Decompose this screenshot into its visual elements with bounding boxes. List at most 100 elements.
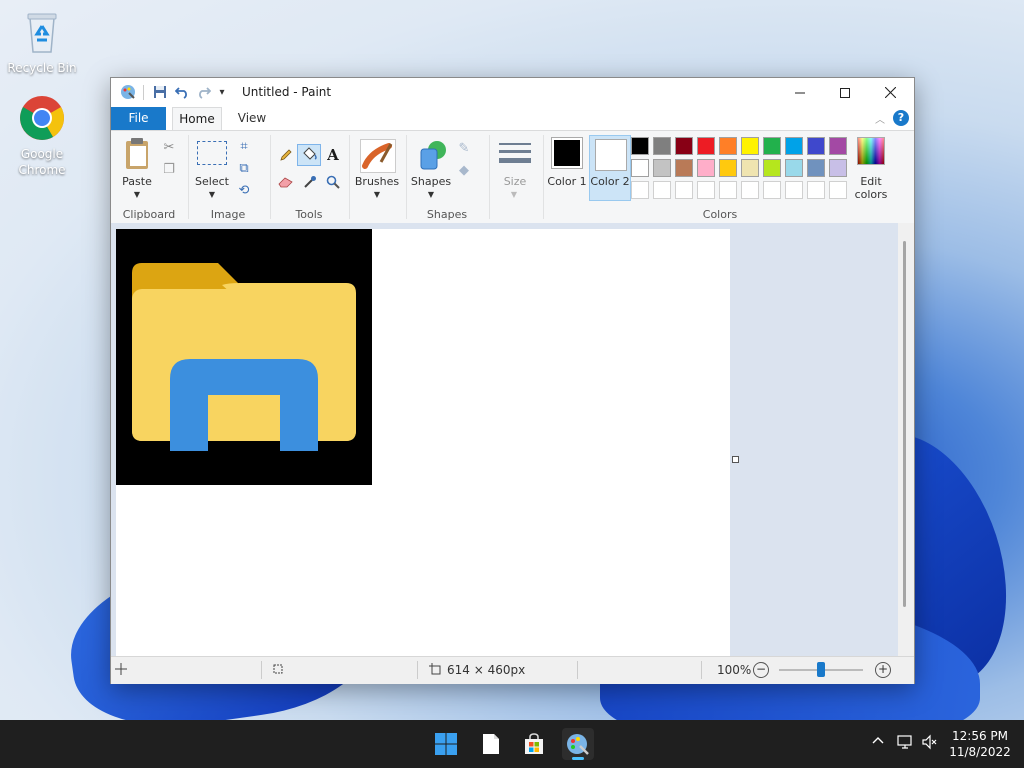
color-swatch[interactable] — [741, 159, 759, 177]
color-swatch[interactable] — [719, 181, 737, 199]
color-swatch[interactable] — [785, 181, 803, 199]
network-icon[interactable] — [897, 734, 913, 754]
color-swatch[interactable] — [675, 159, 693, 177]
minimize-button[interactable] — [777, 78, 823, 107]
edit-colors-button[interactable]: Edit colors — [851, 175, 891, 201]
shapes-icon[interactable] — [415, 139, 449, 171]
volume-muted-icon[interactable] — [922, 734, 938, 754]
brushes-icon[interactable] — [360, 139, 396, 173]
shapes-button[interactable]: Shapes — [409, 175, 453, 188]
color2-button-bg[interactable]: Color 2 — [589, 135, 631, 201]
color-picker-icon[interactable] — [301, 173, 319, 191]
color-swatch[interactable] — [675, 137, 693, 155]
copy-icon[interactable]: ❐ — [160, 160, 178, 178]
taskbar-notepad[interactable] — [475, 728, 507, 760]
color-swatch[interactable] — [763, 159, 781, 177]
canvas-area — [111, 223, 914, 656]
vertical-scrollbar[interactable] — [898, 223, 914, 656]
store-icon — [525, 733, 543, 754]
group-shapes: Shapes — [426, 208, 468, 221]
pencil-icon[interactable] — [277, 146, 295, 164]
color-swatch[interactable] — [763, 181, 781, 199]
select-dropdown-icon[interactable]: ▼ — [206, 188, 218, 201]
edit-colors-icon[interactable] — [857, 137, 885, 165]
color-swatch[interactable] — [807, 159, 825, 177]
color-swatch[interactable] — [653, 159, 671, 177]
canvas-resize-handle[interactable] — [732, 456, 739, 463]
desktop-icon-recycle-bin[interactable]: Recycle Bin — [2, 8, 82, 76]
brushes-button[interactable]: Brushes — [353, 175, 401, 188]
color-swatch[interactable] — [785, 137, 803, 155]
eraser-icon[interactable] — [277, 173, 295, 191]
zoom-out-button[interactable]: − — [753, 662, 769, 678]
customize-qa-icon[interactable]: ▾ — [215, 84, 229, 100]
color-swatch[interactable] — [697, 159, 715, 177]
group-colors: Colors — [702, 208, 738, 221]
size-button[interactable]: Size — [495, 175, 535, 188]
status-divider — [701, 661, 702, 679]
color-swatch[interactable] — [631, 159, 649, 177]
color-swatch[interactable] — [741, 137, 759, 155]
fill-icon[interactable] — [297, 144, 321, 166]
tab-file[interactable]: File — [111, 107, 166, 130]
brushes-dropdown-icon[interactable]: ▼ — [371, 188, 383, 201]
color-swatch[interactable] — [829, 181, 847, 199]
color-swatch[interactable] — [697, 137, 715, 155]
tab-view[interactable]: View — [232, 107, 272, 130]
color-swatch[interactable] — [807, 137, 825, 155]
drawing-canvas[interactable] — [116, 229, 739, 656]
color-swatch[interactable] — [631, 137, 649, 155]
color-swatch[interactable] — [741, 181, 759, 199]
color-swatch[interactable] — [719, 137, 737, 155]
chrome-icon — [18, 94, 66, 142]
color-swatch[interactable] — [807, 181, 825, 199]
title-bar: ▾ Untitled - Paint — [111, 78, 914, 107]
color-swatch[interactable] — [675, 181, 693, 199]
color1-swatch[interactable] — [551, 137, 583, 169]
taskbar-paint[interactable] — [562, 728, 594, 760]
zoom-slider-thumb[interactable] — [817, 662, 825, 677]
save-icon[interactable] — [151, 84, 169, 100]
color-swatch[interactable] — [719, 159, 737, 177]
color1-button[interactable]: Color 1 — [547, 175, 587, 188]
color-swatch[interactable] — [631, 181, 649, 199]
color-swatch[interactable] — [763, 137, 781, 155]
crop-icon[interactable]: ⌗ — [235, 137, 253, 155]
start-button[interactable] — [430, 728, 462, 760]
resize-icon[interactable]: ⧉ — [235, 159, 253, 177]
magnifier-icon[interactable] — [324, 173, 342, 191]
system-clock[interactable]: 12:56 PM 11/8/2022 — [948, 728, 1012, 760]
color-swatch[interactable] — [697, 181, 715, 199]
rotate-icon[interactable]: ⟲ — [235, 181, 253, 199]
zoom-in-button[interactable]: + — [875, 662, 891, 678]
color-swatch[interactable] — [653, 181, 671, 199]
file-icon — [483, 734, 499, 754]
select-icon[interactable] — [197, 141, 227, 165]
cut-icon[interactable]: ✂ — [160, 138, 178, 156]
tab-home[interactable]: Home — [172, 107, 222, 130]
color2-button: Color 2 — [590, 175, 630, 188]
paste-dropdown-icon[interactable]: ▼ — [131, 188, 143, 201]
redo-icon[interactable] — [195, 84, 213, 100]
shapes-dropdown-icon[interactable]: ▼ — [425, 188, 437, 201]
windows-logo-icon — [435, 733, 457, 755]
paste-button[interactable]: Paste — [121, 175, 153, 188]
color-swatch[interactable] — [653, 137, 671, 155]
collapse-ribbon-icon[interactable]: ︿ — [875, 111, 885, 126]
show-hidden-icons-icon[interactable] — [871, 734, 885, 752]
select-button[interactable]: Select — [193, 175, 231, 188]
close-button[interactable] — [867, 78, 913, 107]
color-swatch[interactable] — [829, 137, 847, 155]
color-swatch[interactable] — [785, 159, 803, 177]
undo-icon[interactable] — [173, 84, 191, 100]
text-icon[interactable]: A — [324, 146, 342, 164]
maximize-button[interactable] — [822, 78, 868, 107]
taskbar-store[interactable] — [518, 728, 550, 760]
help-icon[interactable]: ? — [893, 110, 909, 126]
size-icon[interactable] — [499, 141, 531, 167]
desktop-icon-chrome[interactable]: Google Chrome — [2, 94, 82, 178]
color-palette — [631, 137, 851, 201]
scrollbar-thumb[interactable] — [903, 241, 906, 607]
paste-icon[interactable] — [123, 137, 153, 171]
color-swatch[interactable] — [829, 159, 847, 177]
